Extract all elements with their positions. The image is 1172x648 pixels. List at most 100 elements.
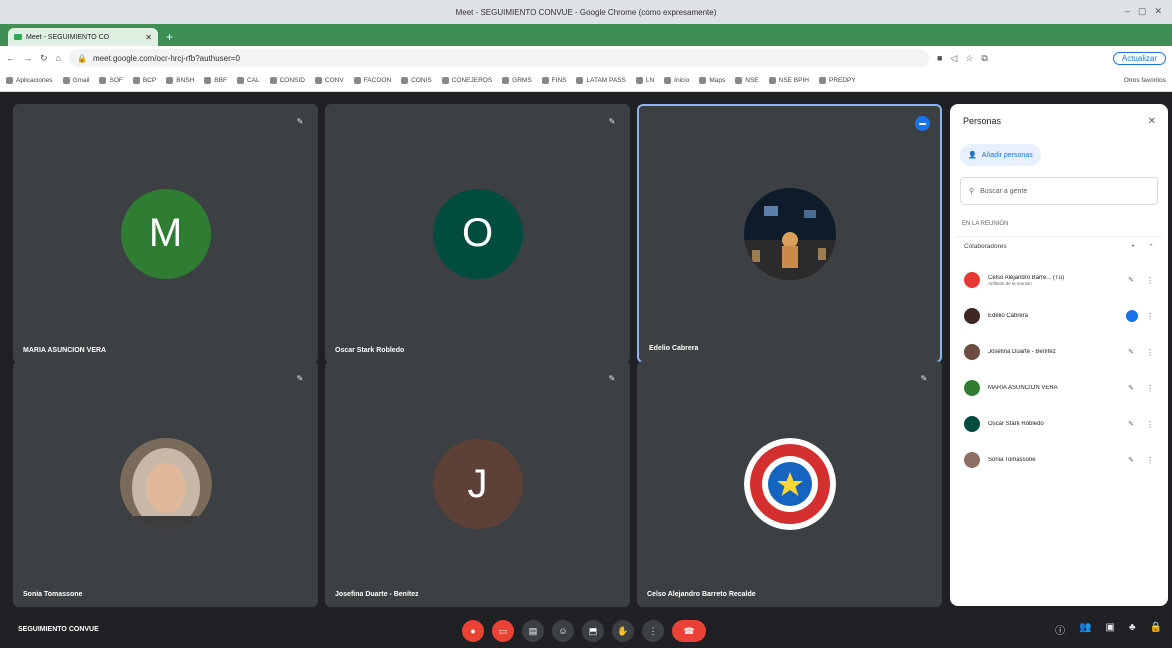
bookmark-item[interactable]: SOF <box>99 77 123 84</box>
leave-call-button[interactable]: ☎ <box>672 620 706 642</box>
bookmark-item[interactable]: NSE <box>735 77 759 84</box>
mic-off-icon[interactable]: ✎ <box>1124 348 1138 356</box>
camera-toggle-button[interactable]: ▭ <box>492 620 514 642</box>
url-text: meet.google.com/ocr-hrcj-rfb?authuser=0 <box>92 53 240 63</box>
people-icon[interactable]: 👥 <box>1079 622 1091 637</box>
more-options-icon[interactable]: ⋮ <box>1146 420 1154 429</box>
pin-icon[interactable]: ✎ <box>294 116 306 128</box>
mic-off-icon[interactable]: ✎ <box>1124 384 1138 392</box>
more-options-icon[interactable]: ⋮ <box>1146 456 1154 465</box>
profile-photo <box>743 187 836 280</box>
home-icon[interactable]: ⌂ <box>56 53 61 63</box>
pin-icon[interactable]: ✎ <box>294 373 306 385</box>
search-people-input[interactable]: ⚲ Buscar a gente <box>960 177 1158 205</box>
mic-off-icon[interactable]: ✎ <box>1124 420 1138 428</box>
share-icon[interactable]: ◁ <box>950 53 957 64</box>
participant-tile[interactable]: ✎ O Oscar Stark Robledo <box>325 104 630 363</box>
bookmark-item[interactable]: FACOON <box>353 77 391 84</box>
bookmark-item[interactable]: CAL <box>236 77 260 84</box>
back-icon[interactable]: ← <box>6 53 15 63</box>
maximize-icon[interactable]: ▢ <box>1138 6 1147 17</box>
list-item[interactable]: Sonia Tomassone ✎ ⋮ <box>956 442 1162 478</box>
chevron-up-icon[interactable]: ⌃ <box>1148 243 1154 251</box>
bookmark-star-icon[interactable]: ☆ <box>965 53 973 64</box>
pin-icon[interactable]: ✎ <box>606 116 618 128</box>
list-item[interactable]: Edelio Cabrera ⋮ <box>956 298 1162 334</box>
bookmark-item[interactable]: Inicio <box>664 77 689 84</box>
browser-tab[interactable]: Meet - SEGUIMIENTO CO ✕ <box>8 28 158 46</box>
bookmark-item[interactable]: BNSH <box>166 77 194 84</box>
new-tab-icon[interactable]: + <box>166 30 173 44</box>
mic-toggle-button[interactable]: ● <box>462 620 484 642</box>
bookmark-item[interactable]: Maps <box>699 77 725 84</box>
apps-icon <box>6 77 13 84</box>
reload-icon[interactable]: ↻ <box>40 53 48 64</box>
list-item[interactable]: MARIA ASUNCION VERA ✎ ⋮ <box>956 370 1162 406</box>
participant-tile[interactable]: ✎ Sonia Tomassone <box>13 361 318 607</box>
bookmark-item[interactable]: Gmail <box>62 77 89 84</box>
more-options-button[interactable]: ⋮ <box>642 620 664 642</box>
bookmark-item[interactable]: CONV <box>314 77 344 84</box>
collaborators-label: Colaboradores <box>964 243 1007 250</box>
pin-icon[interactable]: ✎ <box>606 373 618 385</box>
list-item[interactable]: Josefina Duarte - Benítez ✎ ⋮ <box>956 334 1162 370</box>
bookmark-item[interactable]: CONEJEROS <box>441 77 492 84</box>
activities-icon[interactable]: ♣ <box>1129 622 1136 637</box>
bookmark-item[interactable]: CONSID <box>269 77 305 84</box>
bookmark-item[interactable]: GRMS <box>502 77 532 84</box>
collaborators-header[interactable]: Colaboradores • ⌃ <box>956 236 1162 256</box>
person-name: Oscar Stark Robledo <box>988 421 1044 427</box>
bookmark-item[interactable]: PREDPY <box>818 77 856 84</box>
info-icon[interactable]: ⓘ <box>1055 622 1065 637</box>
extensions-icon[interactable]: ⧉ <box>981 53 987 64</box>
bookmarks-right: Otros favoritos <box>1124 77 1166 84</box>
camera-indicator-icon[interactable]: ■ <box>937 53 942 63</box>
search-icon: ⚲ <box>969 188 975 195</box>
window-controls: – ▢ ✕ <box>1125 6 1162 17</box>
more-options-icon[interactable]: ⋮ <box>1146 348 1154 357</box>
bookmark-item[interactable]: LN <box>635 77 654 84</box>
tab-close-icon[interactable]: ✕ <box>145 33 152 42</box>
captions-button[interactable]: ▤ <box>522 620 544 642</box>
more-options-icon[interactable]: ⋮ <box>1146 312 1154 321</box>
forward-icon[interactable]: → <box>23 53 32 63</box>
raise-hand-button[interactable]: ✋ <box>612 620 634 642</box>
other-bookmarks-folder[interactable]: Otros favoritos <box>1124 77 1166 84</box>
participant-tile[interactable]: ✎ J Josefina Duarte - Benítez <box>325 361 630 607</box>
bookmark-item[interactable]: Aplicaciones <box>6 77 53 84</box>
chat-icon[interactable]: ▣ <box>1106 622 1115 637</box>
add-people-button[interactable]: 👤 Añadir personas <box>960 144 1041 166</box>
participant-name: MARIA ASUNCION VERA <box>23 347 107 354</box>
person-add-icon: 👤 <box>968 152 977 159</box>
more-options-icon[interactable]: ⋮ <box>1146 384 1154 393</box>
avatar <box>964 272 980 288</box>
close-panel-icon[interactable]: ✕ <box>1148 116 1156 127</box>
pin-icon[interactable]: ✎ <box>918 373 930 385</box>
address-bar[interactable]: 🔒 meet.google.com/ocr-hrcj-rfb?authuser=… <box>68 49 929 67</box>
more-options-icon[interactable]: ⋮ <box>1146 276 1154 285</box>
present-screen-button[interactable]: ⬒ <box>582 620 604 642</box>
emoji-button[interactable]: ☺ <box>552 620 574 642</box>
minimize-icon[interactable]: – <box>1125 6 1130 17</box>
mic-off-icon[interactable]: ✎ <box>1124 456 1138 464</box>
list-item[interactable]: Oscar Stark Robledo ✎ ⋮ <box>956 406 1162 442</box>
bookmark-item[interactable]: LATAM PASS <box>576 77 626 84</box>
profile-photo <box>743 438 836 530</box>
participant-tile[interactable]: Edelio Cabrera <box>637 104 942 363</box>
bookmark-item[interactable]: FINS <box>541 77 566 84</box>
participant-tile[interactable]: ✎ Celso Alejandro Barreto Recalde <box>637 361 942 607</box>
close-window-icon[interactable]: ✕ <box>1154 6 1162 17</box>
bookmark-item[interactable]: BBF <box>204 77 227 84</box>
host-controls-icon[interactable]: 🔒 <box>1150 622 1162 637</box>
bookmark-icon <box>735 77 743 84</box>
avatar: M <box>120 188 211 279</box>
update-button[interactable]: Actualizar <box>1112 51 1166 65</box>
bookmark-item[interactable]: CONIS <box>401 77 432 84</box>
folder-icon <box>62 77 70 84</box>
mic-off-icon[interactable]: ✎ <box>1124 276 1138 284</box>
bookmark-item[interactable]: BCP <box>132 77 156 84</box>
person-role: Anfitrión de la reunión <box>988 280 1032 286</box>
list-item[interactable]: Celso Alejandro Barre... (Tú) Anfitrión d… <box>956 262 1162 298</box>
bookmark-item[interactable]: NSE BPIH <box>768 77 809 84</box>
participant-tile[interactable]: ✎ M MARIA ASUNCION VERA <box>13 104 318 363</box>
